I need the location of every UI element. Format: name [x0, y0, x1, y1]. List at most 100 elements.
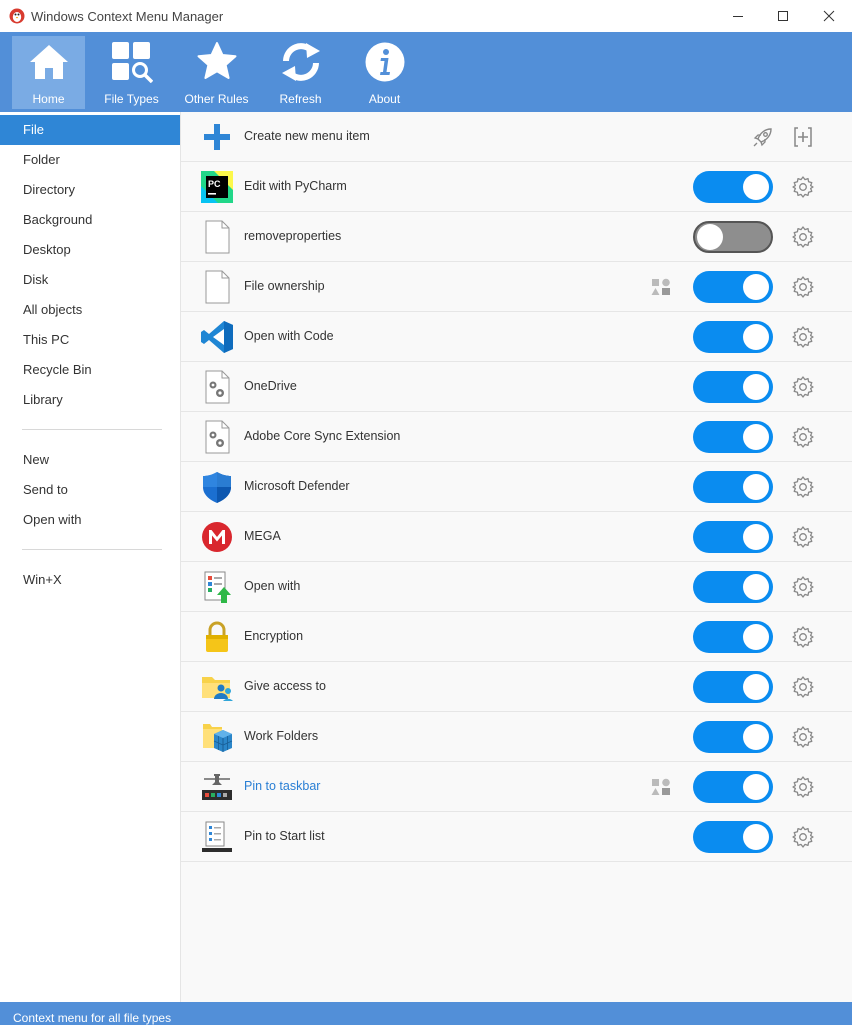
minimize-button[interactable]	[715, 0, 761, 32]
sidebar-item-folder[interactable]: Folder	[0, 145, 180, 175]
sidebar: File Folder Directory Background Desktop…	[0, 112, 180, 1002]
toolbar-file-types-button[interactable]: File Types	[95, 36, 168, 109]
menu-item-row: Give access to	[181, 662, 852, 712]
gear-icon[interactable]	[791, 825, 815, 849]
menu-item-row: Pin to Start list	[181, 812, 852, 862]
menu-item-row: PC Edit with PyCharm	[181, 162, 852, 212]
sidebar-item-this-pc[interactable]: This PC	[0, 325, 180, 355]
sidebar-item-directory[interactable]: Directory	[0, 175, 180, 205]
home-icon	[30, 45, 68, 79]
close-button[interactable]	[806, 0, 852, 32]
gear-icon[interactable]	[791, 475, 815, 499]
enable-toggle[interactable]	[693, 521, 773, 553]
defender-shield-icon	[203, 472, 231, 503]
maximize-icon	[778, 11, 788, 21]
create-menu-item-row[interactable]: Create new menu item	[181, 112, 852, 162]
sidebar-item-library[interactable]: Library	[0, 385, 180, 415]
enable-toggle[interactable]	[693, 721, 773, 753]
gear-icon[interactable]	[791, 425, 815, 449]
enable-toggle[interactable]	[693, 621, 773, 653]
enable-toggle[interactable]	[693, 821, 773, 853]
close-icon	[823, 10, 835, 22]
share-folder-icon	[202, 677, 233, 701]
menu-item-label: MEGA	[244, 529, 281, 543]
enable-toggle[interactable]	[693, 171, 773, 203]
menu-item-label: Microsoft Defender	[244, 479, 350, 493]
mega-icon	[202, 522, 232, 552]
sidebar-item-new[interactable]: New	[0, 445, 180, 475]
info-icon	[365, 42, 405, 82]
enable-toggle[interactable]	[693, 221, 773, 253]
minimize-icon	[733, 16, 743, 17]
gear-icon[interactable]	[791, 525, 815, 549]
gear-icon[interactable]	[791, 225, 815, 249]
gear-icon[interactable]	[791, 675, 815, 699]
menu-item-label: Work Folders	[244, 729, 319, 743]
svg-text:PC: PC	[208, 179, 221, 189]
toolbar-label: File Types	[104, 92, 159, 106]
toolbar-about-button[interactable]: About	[348, 36, 421, 109]
menu-item-label: Pin to taskbar	[244, 779, 321, 793]
menu-item-label: Adobe Core Sync Extension	[244, 429, 401, 443]
add-item-icon[interactable]	[791, 125, 815, 149]
enable-toggle[interactable]	[693, 271, 773, 303]
menu-item-row: Pin to taskbar	[181, 762, 852, 812]
enable-toggle[interactable]	[693, 671, 773, 703]
gear-icon[interactable]	[791, 175, 815, 199]
maximize-button[interactable]	[760, 0, 806, 32]
gear-icon[interactable]	[791, 375, 815, 399]
status-text: Context menu for all file types	[13, 1011, 172, 1025]
toolbar-label: About	[368, 92, 401, 106]
gear-icon[interactable]	[791, 575, 815, 599]
gear-icon[interactable]	[791, 275, 815, 299]
enable-toggle[interactable]	[693, 321, 773, 353]
enable-toggle[interactable]	[693, 421, 773, 453]
toolbar-home-button[interactable]: Home	[12, 36, 85, 109]
open-with-icon	[204, 571, 231, 603]
gear-icon[interactable]	[791, 775, 815, 799]
menu-item-label: Create new menu item	[244, 129, 370, 143]
taskbar-pin-icon	[202, 774, 232, 800]
menu-item-row: removeproperties	[181, 212, 852, 262]
menu-item-label: removeproperties	[244, 229, 342, 243]
work-folders-icon	[203, 724, 233, 752]
settings-file-icon	[205, 370, 230, 404]
sidebar-item-send-to[interactable]: Send to	[0, 475, 180, 505]
menu-item-row: Microsoft Defender	[181, 462, 852, 512]
file-types-icon	[112, 42, 153, 83]
sidebar-divider	[22, 429, 162, 430]
refresh-icon	[282, 43, 320, 81]
enable-toggle[interactable]	[693, 371, 773, 403]
gear-icon[interactable]	[791, 325, 815, 349]
enable-toggle[interactable]	[693, 571, 773, 603]
start-pin-icon	[202, 821, 232, 852]
toolbar-other-rules-button[interactable]: Other Rules	[180, 36, 253, 109]
rocket-icon[interactable]	[751, 125, 775, 149]
shapes-icon	[651, 278, 670, 295]
star-icon	[197, 42, 237, 79]
menu-item-row: Work Folders	[181, 712, 852, 762]
menu-item-label: Give access to	[244, 679, 326, 693]
menu-item-row: Encryption	[181, 612, 852, 662]
shapes-icon	[651, 778, 670, 795]
enable-toggle[interactable]	[693, 771, 773, 803]
sidebar-item-all-objects[interactable]: All objects	[0, 295, 180, 325]
toolbar-refresh-button[interactable]: Refresh	[264, 36, 337, 109]
gear-icon[interactable]	[791, 725, 815, 749]
gear-icon[interactable]	[791, 625, 815, 649]
menu-item-row: Open with Code	[181, 312, 852, 362]
sidebar-item-open-with[interactable]: Open with	[0, 505, 180, 535]
sidebar-item-disk[interactable]: Disk	[0, 265, 180, 295]
sidebar-item-desktop[interactable]: Desktop	[0, 235, 180, 265]
enable-toggle[interactable]	[693, 471, 773, 503]
toolbar-label: Other Rules	[184, 92, 249, 106]
pycharm-icon: PC	[201, 171, 233, 203]
menu-item-label: Encryption	[244, 629, 304, 643]
menu-item-label: File ownership	[244, 279, 325, 293]
sidebar-item-file[interactable]: File	[0, 115, 180, 145]
sidebar-item-recycle-bin[interactable]: Recycle Bin	[0, 355, 180, 385]
menu-item-label: Open with	[244, 579, 301, 593]
sidebar-item-background[interactable]: Background	[0, 205, 180, 235]
app-penguin-icon	[9, 8, 25, 24]
sidebar-item-win-x[interactable]: Win+X	[0, 565, 180, 595]
